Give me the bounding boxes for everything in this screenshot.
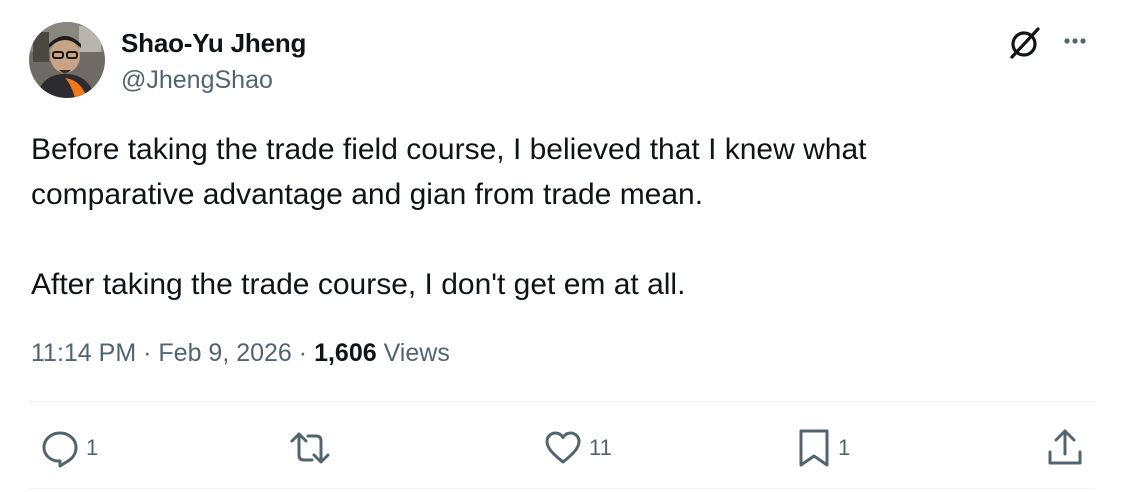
share-button[interactable]	[1045, 426, 1091, 470]
bookmark-count: 1	[838, 435, 851, 460]
tweet-time[interactable]: 11:14 PM	[31, 339, 136, 367]
grok-icon[interactable]	[1005, 24, 1043, 62]
share-icon	[1048, 429, 1082, 465]
views-label: Views	[383, 339, 450, 367]
reply-count: 1	[86, 435, 99, 460]
divider	[29, 401, 1095, 402]
tweet-card: Shao-Yu Jheng @JhengShao Before taking t…	[0, 0, 1123, 492]
meta-separator: ·	[298, 339, 308, 367]
retweet-icon	[290, 432, 330, 464]
reply-button[interactable]: 1	[40, 426, 98, 470]
tweet-text-line: Before taking the trade field course, I …	[31, 133, 867, 166]
tweet-text-line: After taking the trade course, I don't g…	[31, 268, 686, 301]
tweet-metadata: 11:14 PM · Feb 9, 2026 · 1,606 Views	[31, 339, 450, 368]
avatar[interactable]	[29, 22, 105, 98]
views-count: 1,606	[314, 339, 377, 367]
tweet-text-line: comparative advantage and gian from trad…	[31, 178, 704, 211]
reply-icon	[42, 431, 78, 468]
more-options-icon[interactable]	[1058, 30, 1092, 52]
tweet-date[interactable]: Feb 9, 2026	[158, 339, 291, 367]
profile-photo-icon	[29, 22, 105, 98]
bookmark-icon	[799, 429, 829, 467]
like-count: 11	[589, 435, 612, 460]
author-display-name[interactable]: Shao-Yu Jheng	[121, 28, 306, 59]
retweet-button[interactable]	[288, 426, 338, 470]
bookmark-button[interactable]: 1	[796, 426, 850, 470]
like-button[interactable]: 11	[543, 426, 612, 470]
meta-separator: ·	[143, 339, 152, 367]
heart-icon	[545, 431, 581, 464]
author-handle[interactable]: @JhengShao	[121, 66, 273, 95]
tweet-text: Before taking the trade field course, I …	[31, 127, 1091, 307]
divider	[29, 488, 1095, 489]
